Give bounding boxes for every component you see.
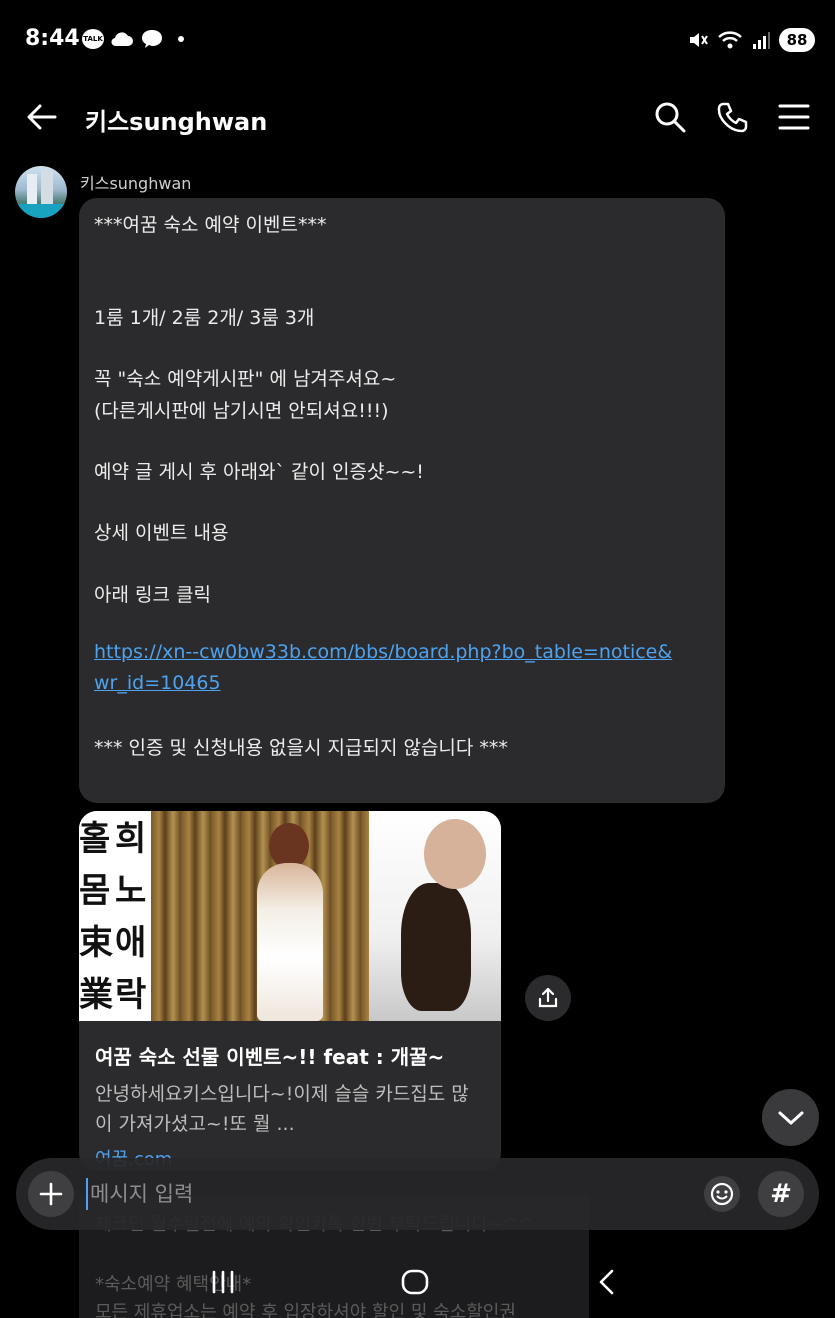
hashtag-button[interactable]: # [758, 1171, 804, 1217]
dot-icon [178, 36, 184, 42]
message-line: 상세 이벤트 내용 [94, 522, 229, 544]
message-line: 꼭 "숙소 예약게시판" 에 남겨주셔요~ [94, 368, 397, 390]
chat-title: 키스sunghwan [85, 108, 268, 136]
calligraphy-char: 애 [115, 923, 147, 963]
status-bar: 8:44 TALK 88 [0, 0, 835, 80]
call-button[interactable] [713, 98, 751, 136]
message-line: 아래 링크 클릭 [94, 584, 211, 606]
link-preview-title: 여꿈 숙소 선물 이벤트~!! feat : 개꿀~ [95, 1045, 445, 1069]
search-button[interactable] [651, 98, 689, 136]
back-arrow-icon [27, 104, 57, 130]
system-status-icons: 88 [687, 28, 815, 52]
message-link-continued[interactable]: wr_id=10465 [94, 672, 221, 694]
message-line: 1룸 1개/ 2룸 2개/ 3룸 3개 [94, 307, 315, 329]
wifi-icon [718, 31, 742, 49]
message-line: ***여꿈 숙소 예약 이벤트*** [94, 214, 327, 236]
battery-icon: 88 [779, 28, 815, 52]
kakaotalk-icon: TALK [82, 29, 104, 49]
calligraphy-char: 락 [115, 975, 147, 1015]
sender-name: 키스sunghwan [80, 174, 192, 193]
recent-apps-icon [212, 1270, 234, 1294]
mute-icon [690, 33, 708, 47]
menu-button[interactable] [775, 98, 813, 136]
message-bubble[interactable]: ***여꿈 숙소 예약 이벤트*** 1룸 1개/ 2룸 2개/ 3룸 3개 꼭… [79, 198, 725, 803]
chevron-down-icon [778, 1111, 803, 1124]
back-button[interactable] [22, 100, 62, 134]
share-button[interactable] [525, 975, 571, 1021]
plus-icon [39, 1182, 63, 1206]
link-preview-card[interactable]: 홀 몸 束 業 희 노 애 락 여꿈 숙소 선물 이벤트~!! feat : 개… [79, 811, 501, 1171]
sender-avatar[interactable] [15, 166, 67, 218]
attach-button[interactable] [28, 1171, 74, 1217]
home-button[interactable] [390, 1262, 440, 1302]
emoji-icon [710, 1182, 734, 1206]
calligraphy-panel: 홀 몸 束 業 희 노 애 락 [79, 811, 151, 1021]
link-preview-description: 안녕하세요키스입니다~!이제 슬슬 카드집도 많이 가져가셨고~!또 뭘 ... [95, 1083, 469, 1135]
signal-icon [753, 32, 770, 49]
nav-back-button[interactable] [582, 1262, 632, 1302]
phone-icon [717, 102, 748, 133]
chat-bubble-icon [142, 30, 162, 48]
back-icon [599, 1269, 614, 1295]
scroll-to-bottom-button[interactable] [762, 1089, 819, 1146]
emoji-button[interactable] [704, 1176, 740, 1212]
link-preview-image: 홀 몸 束 業 희 노 애 락 [79, 811, 501, 1021]
chat-header: 키스sunghwan [0, 90, 835, 144]
calligraphy-char: 홀 [79, 819, 111, 859]
calligraphy-char: 노 [115, 871, 147, 911]
message-line: (다른게시판에 남기시면 안되셔요!!!) [94, 400, 389, 422]
search-icon [655, 102, 686, 133]
cloud-icon [111, 32, 133, 47]
system-nav-bar [0, 1250, 835, 1318]
share-icon [538, 987, 558, 1008]
message-link[interactable]: https://xn--cw0bw33b.com/bbs/board.php?b… [94, 641, 672, 663]
home-icon [401, 1269, 429, 1295]
status-time: 8:44 [25, 26, 80, 51]
calligraphy-char: 몸 [79, 871, 111, 911]
recent-apps-button[interactable] [198, 1262, 248, 1302]
menu-icon [778, 104, 810, 130]
calligraphy-char: 희 [115, 819, 147, 859]
calligraphy-char: 業 [79, 975, 113, 1015]
photo-figure [257, 863, 323, 1021]
calligraphy-char: 束 [79, 923, 113, 963]
message-line: 예약 글 게시 후 아래와` 같이 인증샷~~! [94, 461, 424, 483]
notification-icons: TALK [82, 28, 184, 50]
message-input[interactable] [86, 1178, 686, 1210]
hashtag-icon: # [770, 1179, 792, 1209]
message-composer: # [16, 1158, 819, 1230]
message-line: *** 인증 및 신청내용 없을시 지급되지 않습니다 *** [94, 737, 508, 759]
